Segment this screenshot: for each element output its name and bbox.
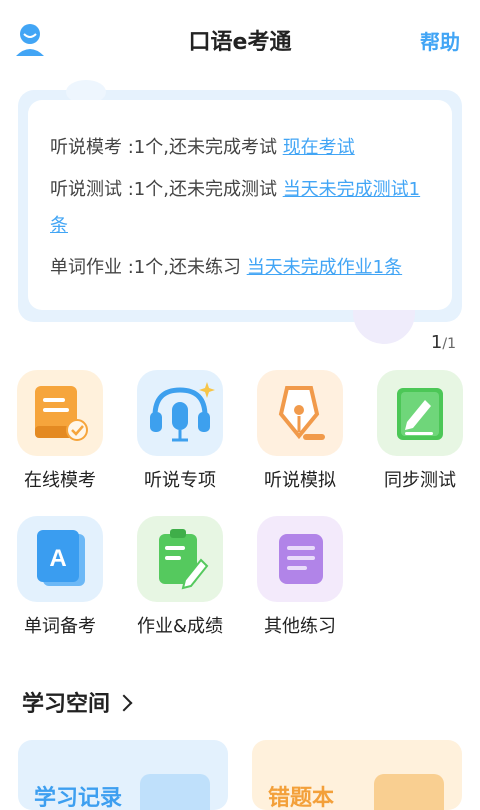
tile-listening-speaking[interactable]: 听说专项 bbox=[136, 370, 224, 492]
card-label: 错题本 bbox=[268, 786, 335, 810]
notice-line-homework: 单词作业 :1个,还未练习 当天未完成作业1条 bbox=[50, 257, 403, 278]
clipboard-icon bbox=[137, 516, 223, 602]
page-title: 口语e考通 bbox=[188, 30, 292, 55]
section-learning-space[interactable]: 学习空间 bbox=[22, 686, 133, 718]
wrong-questions-icon bbox=[374, 774, 444, 810]
vocabulary-book-icon: A bbox=[17, 516, 103, 602]
notice-card: 听说模考 :1个,还未完成考试 现在考试 听说测试 :1个,还未完成测试 当天未… bbox=[28, 100, 452, 310]
notice-line-exam: 听说模考 :1个,还未完成考试 现在考试 bbox=[50, 137, 355, 158]
tile-label: 听说专项 bbox=[144, 470, 216, 491]
list-doc-icon bbox=[257, 516, 343, 602]
tile-other-practice[interactable]: 其他练习 bbox=[256, 516, 344, 638]
decor-bubble bbox=[353, 304, 415, 344]
tile-label: 其他练习 bbox=[264, 616, 336, 637]
tile-online-exam[interactable]: 在线模考 bbox=[16, 370, 104, 492]
notice-line-test: 听说测试 :1个,还未完成测试 当天未完成测试1条 bbox=[50, 179, 421, 236]
headset-mic-icon bbox=[137, 370, 223, 456]
tile-homework-scores[interactable]: 作业&成绩 bbox=[136, 516, 224, 638]
notebook-pen-icon bbox=[377, 370, 463, 456]
study-record-icon bbox=[140, 774, 210, 810]
tile-label: 在线模考 bbox=[24, 470, 96, 491]
notice-panel: 听说模考 :1个,还未完成考试 现在考试 听说测试 :1个,还未完成测试 当天未… bbox=[18, 80, 462, 344]
pen-nib-icon bbox=[257, 370, 343, 456]
homework-pending-link[interactable]: 当天未完成作业1条 bbox=[247, 257, 402, 278]
exam-paper-icon bbox=[17, 370, 103, 456]
tile-label: 听说模拟 bbox=[264, 470, 336, 491]
tile-sync-test[interactable]: 同步测试 bbox=[376, 370, 464, 492]
help-button[interactable]: 帮助 bbox=[420, 26, 460, 55]
tile-label: 单词备考 bbox=[24, 616, 96, 637]
exam-now-link[interactable]: 现在考试 bbox=[283, 137, 355, 158]
app-header: 口语e考通 帮助 bbox=[0, 0, 480, 86]
tile-label: 作业&成绩 bbox=[136, 616, 224, 637]
notice-pager: 1/1 bbox=[430, 332, 456, 353]
card-label: 学习记录 bbox=[34, 786, 123, 810]
svg-text:A: A bbox=[49, 545, 66, 572]
tile-listening-simulation[interactable]: 听说模拟 bbox=[256, 370, 344, 492]
chevron-right-icon bbox=[115, 694, 133, 712]
tile-vocabulary[interactable]: A 单词备考 bbox=[16, 516, 104, 638]
tile-label: 同步测试 bbox=[384, 470, 456, 491]
